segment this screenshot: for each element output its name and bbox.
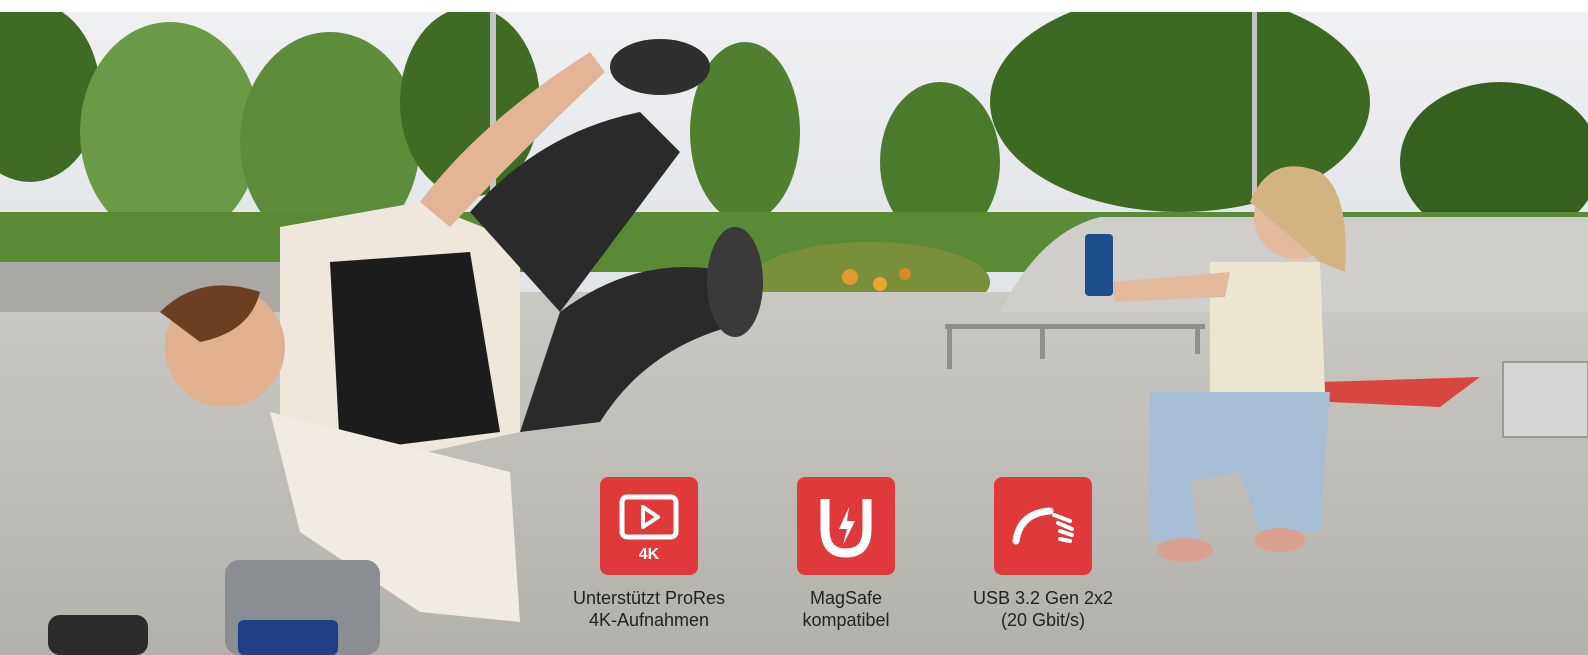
magnet-icon bbox=[820, 499, 872, 558]
feature-prores-badge: 4K bbox=[639, 546, 660, 563]
feature-prores-tile: 4K bbox=[600, 477, 698, 575]
product-banner: 4K Unterstützt ProRes 4K-Aufnahmen MagSa… bbox=[0, 12, 1588, 655]
feature-magsafe-caption: MagSafe kompatibel bbox=[746, 587, 946, 631]
feature-magsafe-line2: kompatibel bbox=[802, 610, 890, 630]
feature-usb-caption: USB 3.2 Gen 2x2 (20 Gbit/s) bbox=[943, 587, 1143, 631]
feature-prores-caption: Unterstützt ProRes 4K-Aufnahmen bbox=[549, 587, 749, 631]
feature-magsafe: MagSafe kompatibel bbox=[746, 477, 946, 631]
feature-usb-line2: (20 Gbit/s) bbox=[1000, 610, 1086, 630]
speedometer-icon bbox=[1012, 507, 1074, 545]
feature-prores-line1: Unterstützt ProRes bbox=[572, 588, 726, 608]
feature-usb-line1: USB 3.2 Gen 2x2 bbox=[972, 588, 1114, 608]
video-4k-icon: 4K bbox=[619, 494, 679, 563]
feature-prores: 4K Unterstützt ProRes 4K-Aufnahmen bbox=[549, 477, 749, 631]
feature-prores-line2: 4K-Aufnahmen bbox=[588, 610, 710, 630]
feature-magsafe-tile bbox=[797, 477, 895, 575]
feature-usb-tile bbox=[994, 477, 1092, 575]
feature-magsafe-line1: MagSafe bbox=[809, 588, 883, 608]
feature-usb: USB 3.2 Gen 2x2 (20 Gbit/s) bbox=[943, 477, 1143, 631]
